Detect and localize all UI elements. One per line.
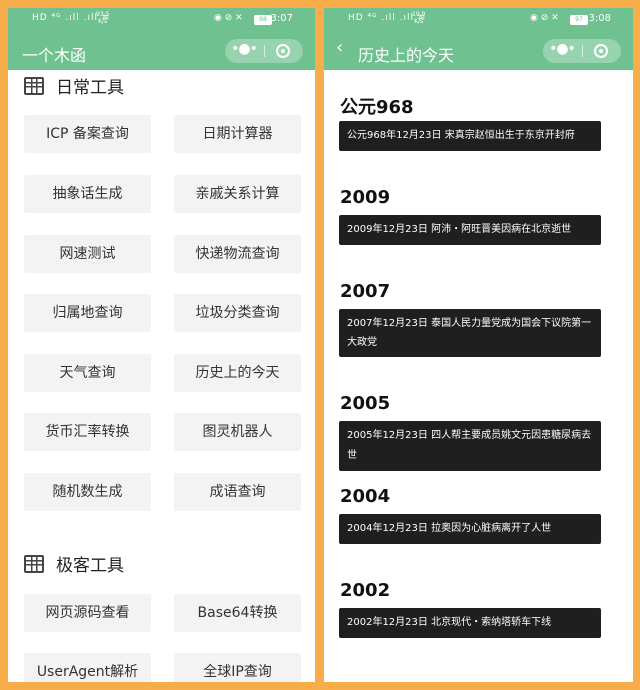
status-icons: ◉ ⊘ ✕ <box>214 13 243 23</box>
more-button[interactable]: •●• <box>543 39 581 63</box>
tool-button[interactable]: 网页源码查看 <box>24 594 151 632</box>
close-mini-program-button[interactable] <box>276 44 290 58</box>
battery-icon: 98 <box>254 15 272 25</box>
event-card[interactable]: 2009年12月23日 阿沛・阿旺晋美因病在北京逝世 <box>339 215 601 245</box>
divider <box>264 45 265 57</box>
status-icons: ◉ ⊘ ✕ <box>530 13 559 23</box>
tool-button[interactable]: ICP 备案查询 <box>24 115 151 153</box>
tool-button[interactable]: 快递物流查询 <box>174 235 301 273</box>
event-year: 公元968 <box>340 97 414 118</box>
event-card[interactable]: 2004年12月23日 拉奥因为心脏病离开了人世 <box>339 514 601 544</box>
grid-icon <box>24 555 44 573</box>
event-year: 2007 <box>340 281 391 302</box>
tool-button[interactable]: 亲戚关系计算 <box>174 175 301 213</box>
battery-icon: 97 <box>570 15 588 25</box>
section-title-geek: 极客工具 <box>24 554 124 578</box>
event-year: 2005 <box>340 393 391 414</box>
header-bar: HD ⁴ᴳ .ıll .ıll ≋ 93.5 K/s ◉ ⊘ ✕ 98 3:07… <box>8 8 315 70</box>
event-year: 2009 <box>340 187 391 208</box>
tool-button[interactable]: 图灵机器人 <box>174 413 301 451</box>
tool-button[interactable]: 全球IP查询 <box>174 653 301 682</box>
network-speed: 93.5 K/s <box>96 11 109 25</box>
more-button[interactable]: •●• <box>225 39 263 63</box>
status-bar: HD ⁴ᴳ .ıll .ıll ≋ 19.9 K/s ◉ ⊘ ✕ 97 3:08 <box>324 8 633 30</box>
clock: 3:07 <box>270 13 293 24</box>
tool-button[interactable]: 货币汇率转换 <box>24 413 151 451</box>
mini-program-capsule: •●• <box>543 39 621 63</box>
right-screen: HD ⁴ᴳ .ıll .ıll ≋ 19.9 K/s ◉ ⊘ ✕ 97 3:08… <box>324 8 633 682</box>
tool-button[interactable]: 网速测试 <box>24 235 151 273</box>
tool-button[interactable]: 归属地查询 <box>24 294 151 332</box>
tool-button[interactable]: Base64转换 <box>174 594 301 632</box>
event-year: 2004 <box>340 486 391 507</box>
clock: 3:08 <box>588 13 611 24</box>
network-speed-value: 19.9 <box>412 11 426 18</box>
tool-button[interactable]: 日期计算器 <box>174 115 301 153</box>
tool-button[interactable]: UserAgent解析 <box>24 653 151 682</box>
grid-icon <box>24 77 44 95</box>
event-card[interactable]: 2007年12月23日 泰国人民力量党成为国会下议院第一大政党 <box>339 309 601 357</box>
network-speed-unit: K/s <box>414 18 424 25</box>
left-screen: HD ⁴ᴳ .ıll .ıll ≋ 93.5 K/s ◉ ⊘ ✕ 98 3:07… <box>8 8 315 682</box>
mini-program-capsule: •●• <box>225 39 303 63</box>
network-speed: 19.9 K/s <box>412 11 425 25</box>
tool-button[interactable]: 历史上的今天 <box>174 354 301 392</box>
header-bar: HD ⁴ᴳ .ıll .ıll ≋ 19.9 K/s ◉ ⊘ ✕ 97 3:08… <box>324 8 633 70</box>
network-speed-value: 93.5 <box>96 11 110 18</box>
section-title-daily: 日常工具 <box>24 76 124 100</box>
tool-button[interactable]: 成语查询 <box>174 473 301 511</box>
event-card[interactable]: 公元968年12月23日 宋真宗赵恒出生于东京开封府 <box>339 121 601 151</box>
network-speed-unit: K/s <box>98 18 108 25</box>
tool-button[interactable]: 垃圾分类查询 <box>174 294 301 332</box>
tool-button[interactable]: 抽象话生成 <box>24 175 151 213</box>
event-card[interactable]: 2002年12月23日 北京现代・索纳塔轿车下线 <box>339 608 601 638</box>
tool-button[interactable]: 天气查询 <box>24 354 151 392</box>
tool-button[interactable]: 随机数生成 <box>24 473 151 511</box>
page-title: 一个木函 <box>22 46 87 65</box>
event-card[interactable]: 2005年12月23日 四人帮主要成员姚文元因患糖尿病去世 <box>339 421 601 471</box>
close-mini-program-button[interactable] <box>594 44 608 58</box>
back-arrow-icon[interactable]: ‹ <box>336 38 352 58</box>
status-bar: HD ⁴ᴳ .ıll .ıll ≋ 93.5 K/s ◉ ⊘ ✕ 98 3:07 <box>8 8 315 30</box>
page-title: 历史上的今天 <box>358 46 455 65</box>
event-year: 2002 <box>340 580 391 601</box>
divider <box>582 45 583 57</box>
